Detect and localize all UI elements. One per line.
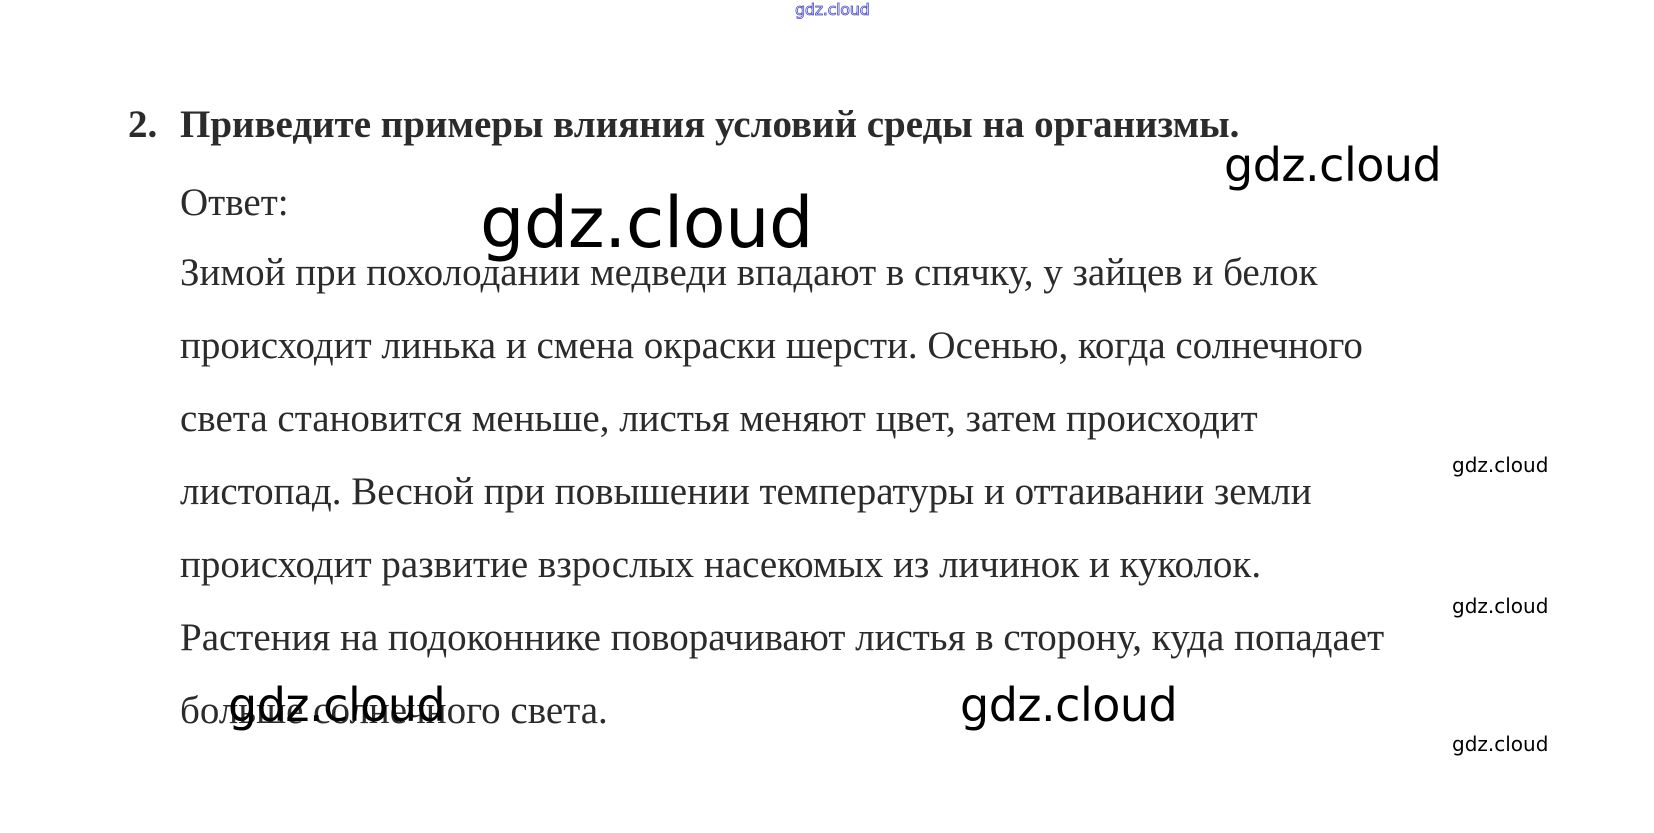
watermark: gdz.cloud	[480, 182, 813, 264]
document-page: gdz.cloud 2. Приведите примеры влияния ус…	[0, 0, 1654, 833]
header-watermark: gdz.cloud	[795, 0, 871, 19]
question-number: 2.	[128, 103, 158, 146]
question: 2. Приведите примеры влияния условий сред…	[128, 102, 1239, 147]
answer-line-2: происходит линька и смена окраски шерсти…	[180, 324, 1363, 367]
answer-line-3: света становится меньше, листья меняют ц…	[180, 397, 1258, 440]
watermark: gdz.cloud	[1452, 453, 1549, 477]
watermark: gdz.cloud	[1452, 732, 1549, 756]
question-text: Приведите примеры влияния условий среды …	[180, 103, 1240, 146]
answer-line-4: листопад. Весной при повышении температу…	[180, 470, 1312, 513]
answer-label: Ответ:	[180, 181, 289, 224]
answer-line-6: Растения на подоконнике поворачивают лис…	[180, 616, 1385, 659]
watermark: gdz.cloud	[1224, 138, 1442, 192]
watermark: gdz.cloud	[960, 678, 1178, 732]
answer-line-5: происходит развитие взрослых насекомых и…	[180, 543, 1262, 586]
watermark: gdz.cloud	[1452, 594, 1549, 618]
watermark: gdz.cloud	[228, 678, 446, 732]
